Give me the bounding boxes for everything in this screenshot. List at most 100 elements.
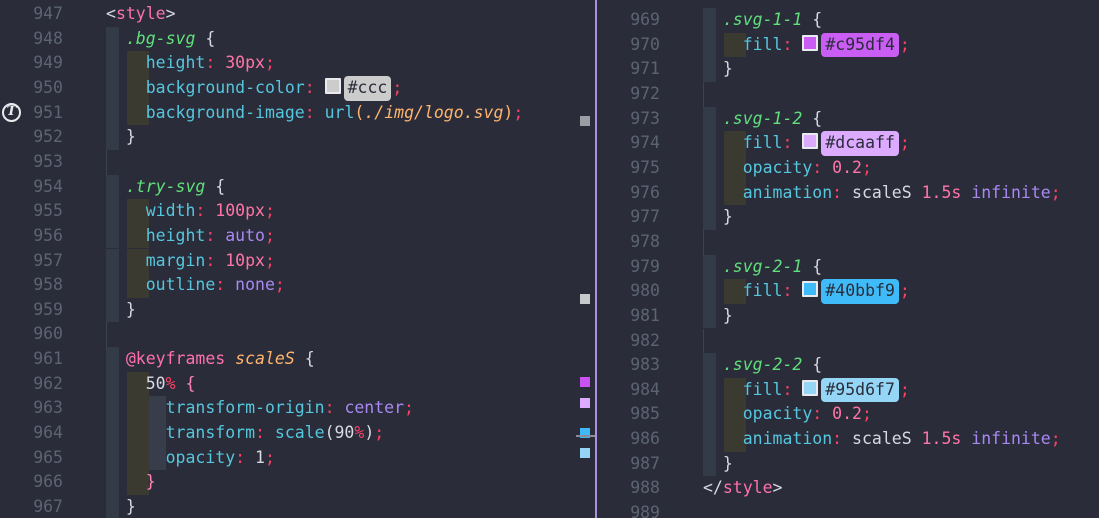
code-line[interactable]: 984 fill: #95d6f7; bbox=[597, 378, 1099, 403]
color-chip[interactable]: #dcaaff bbox=[821, 131, 899, 156]
code-line[interactable]: 968 bbox=[597, 0, 1099, 8]
code-line[interactable]: 972 bbox=[597, 82, 1099, 107]
code-line[interactable]: 961 @keyframes scaleS { bbox=[0, 347, 595, 372]
line-number[interactable]: 950 bbox=[0, 76, 63, 101]
code-line[interactable]: 989 bbox=[597, 501, 1099, 518]
line-number[interactable]: 975 bbox=[597, 156, 660, 181]
code-line[interactable]: 952 } bbox=[0, 125, 595, 150]
line-number[interactable]: 968 bbox=[597, 0, 660, 8]
circled-t-icon[interactable]: T bbox=[2, 103, 21, 122]
code-line[interactable]: 957 margin: 10px; bbox=[0, 249, 595, 274]
line-number[interactable]: 986 bbox=[597, 427, 660, 452]
code-line[interactable]: 988</style> bbox=[597, 476, 1099, 501]
line-number[interactable]: 982 bbox=[597, 329, 660, 354]
code-line[interactable]: 950 background-color: #ccc; bbox=[0, 76, 595, 101]
line-number[interactable]: 963 bbox=[0, 396, 63, 421]
line-number[interactable]: 961 bbox=[0, 347, 63, 372]
line-number[interactable]: 989 bbox=[597, 501, 660, 518]
code-line[interactable]: 978 bbox=[597, 230, 1099, 255]
code-line[interactable]: 960 bbox=[0, 322, 595, 347]
code-line[interactable]: 979 .svg-2-1 { bbox=[597, 255, 1099, 280]
code-line[interactable]: 966 } bbox=[0, 470, 595, 495]
color-chip[interactable]: #95d6f7 bbox=[821, 378, 899, 403]
line-number[interactable]: 987 bbox=[597, 452, 660, 477]
line-number[interactable]: 979 bbox=[597, 255, 660, 280]
line-number[interactable]: 984 bbox=[597, 378, 660, 403]
line-number[interactable]: 971 bbox=[597, 57, 660, 82]
code-token: ; bbox=[1051, 429, 1061, 448]
color-swatch-icon[interactable] bbox=[802, 35, 818, 51]
pane-sash[interactable] bbox=[595, 0, 597, 518]
line-number[interactable]: 985 bbox=[597, 402, 660, 427]
code-line[interactable]: 974 fill: #dcaaff; bbox=[597, 131, 1099, 156]
code-line[interactable]: 958 outline: none; bbox=[0, 273, 595, 298]
code-line[interactable]: 948 .bg-svg { bbox=[0, 27, 595, 52]
overview-ruler[interactable] bbox=[575, 0, 595, 518]
code-line[interactable]: 971 } bbox=[597, 57, 1099, 82]
code-line[interactable]: 959 } bbox=[0, 298, 595, 323]
color-chip[interactable]: #40bbf9 bbox=[821, 279, 899, 304]
line-number[interactable]: 983 bbox=[597, 353, 660, 378]
line-number[interactable]: 966 bbox=[0, 470, 63, 495]
line-number[interactable]: 960 bbox=[0, 322, 63, 347]
line-number[interactable]: 972 bbox=[597, 82, 660, 107]
code-line[interactable]: 977 } bbox=[597, 205, 1099, 230]
code-line[interactable]: 987 } bbox=[597, 452, 1099, 477]
line-number[interactable]: 953 bbox=[0, 150, 63, 175]
color-chip[interactable]: #c95df4 bbox=[821, 33, 899, 58]
code-line[interactable]: T951 background-image: url(./img/logo.sv… bbox=[0, 101, 595, 126]
line-number[interactable]: 973 bbox=[597, 107, 660, 132]
line-number[interactable]: 969 bbox=[597, 8, 660, 33]
code-line[interactable]: 985 opacity: 0.2; bbox=[597, 402, 1099, 427]
code-line[interactable]: 970 fill: #c95df4; bbox=[597, 33, 1099, 58]
line-number[interactable]: 977 bbox=[597, 205, 660, 230]
line-number[interactable]: 964 bbox=[0, 421, 63, 446]
line-number[interactable]: 967 bbox=[0, 495, 63, 518]
line-number[interactable]: 949 bbox=[0, 51, 63, 76]
code-line[interactable]: 983 .svg-2-2 { bbox=[597, 353, 1099, 378]
line-number[interactable]: 965 bbox=[0, 446, 63, 471]
line-number[interactable]: 957 bbox=[0, 249, 63, 274]
code-line[interactable]: 965 opacity: 1; bbox=[0, 446, 595, 471]
line-number[interactable]: 981 bbox=[597, 304, 660, 329]
line-number[interactable]: 959 bbox=[0, 298, 63, 323]
code-line[interactable]: 954 .try-svg { bbox=[0, 175, 595, 200]
code-line[interactable]: 982 bbox=[597, 329, 1099, 354]
code-line[interactable]: 967 } bbox=[0, 495, 595, 518]
color-chip[interactable]: #ccc bbox=[344, 76, 392, 101]
code-line[interactable]: 947<style> bbox=[0, 2, 595, 27]
line-number[interactable]: 962 bbox=[0, 372, 63, 397]
line-number[interactable]: 954 bbox=[0, 175, 63, 200]
code-line[interactable]: 976 animation: scaleS 1.5s infinite; bbox=[597, 181, 1099, 206]
code-line[interactable]: 981 } bbox=[597, 304, 1099, 329]
line-number[interactable]: 978 bbox=[597, 230, 660, 255]
line-number[interactable]: 952 bbox=[0, 125, 63, 150]
line-number[interactable]: 980 bbox=[597, 279, 660, 304]
code-line[interactable]: 953 bbox=[0, 150, 595, 175]
code-line[interactable]: 963 transform-origin: center; bbox=[0, 396, 595, 421]
code-line[interactable]: 980 fill: #40bbf9; bbox=[597, 279, 1099, 304]
code-line[interactable]: 973 .svg-1-2 { bbox=[597, 107, 1099, 132]
color-swatch-icon[interactable] bbox=[802, 281, 818, 297]
color-swatch-icon[interactable] bbox=[802, 133, 818, 149]
line-number[interactable]: 947 bbox=[0, 2, 63, 27]
code-line[interactable]: 969 .svg-1-1 { bbox=[597, 8, 1099, 33]
code-line[interactable]: 975 opacity: 0.2; bbox=[597, 156, 1099, 181]
code-line[interactable]: 986 animation: scaleS 1.5s infinite; bbox=[597, 427, 1099, 452]
line-number[interactable]: 988 bbox=[597, 476, 660, 501]
color-swatch-icon[interactable] bbox=[802, 380, 818, 396]
color-swatch-icon[interactable] bbox=[325, 78, 341, 94]
line-number[interactable]: 956 bbox=[0, 224, 63, 249]
code-line[interactable]: 964 transform: scale(90%); bbox=[0, 421, 595, 446]
line-number[interactable]: 948 bbox=[0, 27, 63, 52]
line-number[interactable]: 976 bbox=[597, 181, 660, 206]
line-number[interactable]: 970 bbox=[597, 33, 660, 58]
code-line[interactable]: 956 height: auto; bbox=[0, 224, 595, 249]
line-number[interactable]: 974 bbox=[597, 131, 660, 156]
line-number[interactable]: 958 bbox=[0, 273, 63, 298]
code-line[interactable]: 962 50% { bbox=[0, 372, 595, 397]
code-text: } bbox=[106, 495, 136, 518]
code-line[interactable]: 955 width: 100px; bbox=[0, 199, 595, 224]
code-line[interactable]: 949 height: 30px; bbox=[0, 51, 595, 76]
line-number[interactable]: 955 bbox=[0, 199, 63, 224]
